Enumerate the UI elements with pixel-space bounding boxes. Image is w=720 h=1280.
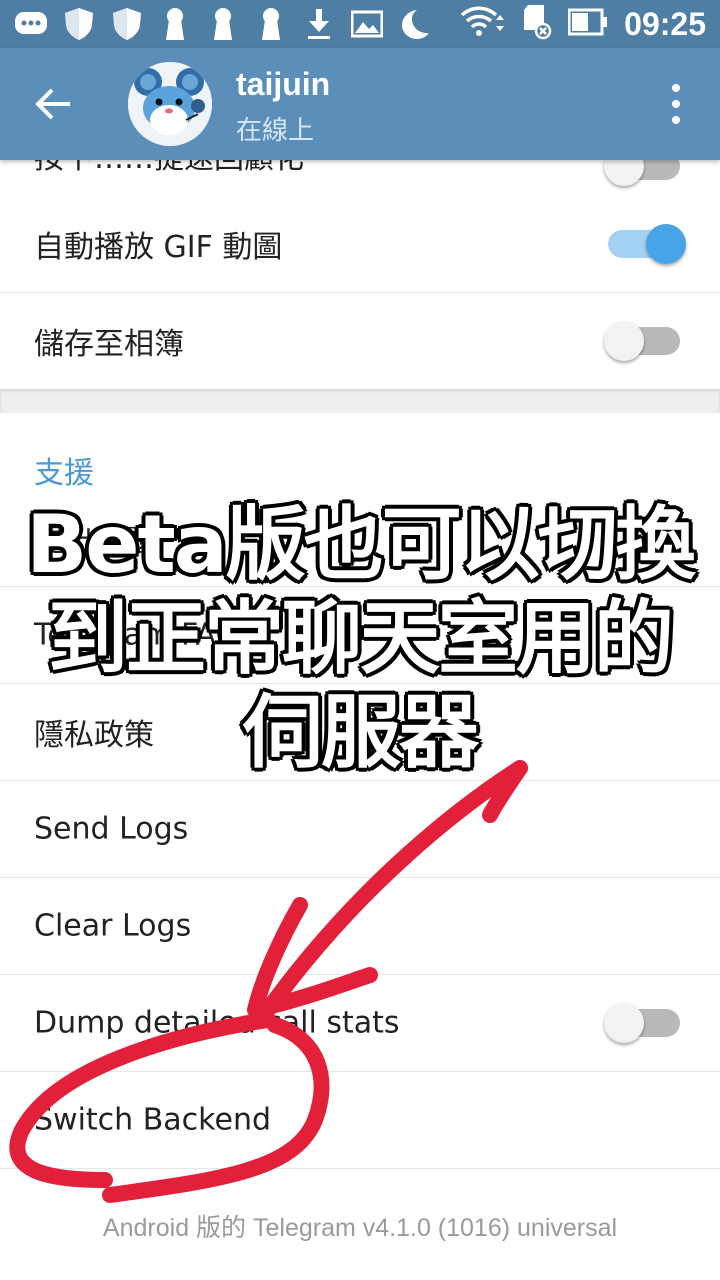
keyhole-icon <box>158 7 192 41</box>
moon-icon <box>398 7 432 41</box>
status-bar: 09:25 <box>0 0 720 48</box>
keyhole-icon <box>254 7 288 41</box>
back-arrow-icon[interactable] <box>34 84 74 124</box>
version-footer: Android 版的 Telegram v4.1.0 (1016) univer… <box>102 1214 618 1242</box>
shield-icon <box>110 7 144 41</box>
download-icon <box>302 7 336 41</box>
battery-icon <box>567 8 608 40</box>
section-divider <box>0 389 720 413</box>
settings-row-switch-backend[interactable]: Switch Backend <box>0 1072 720 1169</box>
save-to-gallery-toggle[interactable] <box>604 321 680 361</box>
settings-row-autoplay-gif[interactable]: 自動播放 GIF 動圖 <box>0 196 720 293</box>
more-options-icon[interactable] <box>668 84 684 124</box>
caption-line: Beta版也可以切換 <box>26 498 695 591</box>
caption-line: 到正常聊天室用的 <box>48 592 674 685</box>
clock: 09:25 <box>624 5 706 42</box>
support-section-header: 支援 <box>34 456 94 491</box>
autoplay-gif-toggle[interactable] <box>608 224 686 264</box>
settings-row-label: Clear Logs <box>34 908 192 944</box>
keyhole-icon <box>206 7 240 41</box>
settings-row-label: Send Logs <box>34 811 189 847</box>
wifi-icon <box>460 5 506 43</box>
chat-icon <box>14 7 48 41</box>
settings-row-dump-stats[interactable]: Dump detailed call stats <box>0 975 720 1072</box>
chat-title: taijuin <box>236 66 331 102</box>
settings-row-label: Switch Backend <box>34 1102 271 1138</box>
settings-row-label: Dump detailed call stats <box>34 1005 400 1041</box>
settings-row-save-to-gallery[interactable]: 儲存至相簿 <box>0 293 720 390</box>
image-icon <box>350 7 384 41</box>
overlay-caption: Beta版也可以切換 到正常聊天室用的 伺服器 <box>0 498 720 780</box>
settings-row-send-logs[interactable]: Send Logs <box>0 781 720 878</box>
settings-row-label: 自動播放 GIF 動圖 <box>34 230 283 265</box>
chat-status: 在線上 <box>236 116 315 146</box>
caption-line: 伺服器 <box>243 686 479 779</box>
settings-row-label: 儲存至相簿 <box>34 327 184 362</box>
avatar[interactable] <box>128 62 212 146</box>
app-bar: taijuin 在線上 <box>0 48 720 160</box>
sd-card-icon <box>522 4 552 44</box>
shield-icon <box>62 7 96 41</box>
settings-row-clear-logs[interactable]: Clear Logs <box>0 878 720 975</box>
dump-stats-toggle[interactable] <box>604 1003 680 1043</box>
